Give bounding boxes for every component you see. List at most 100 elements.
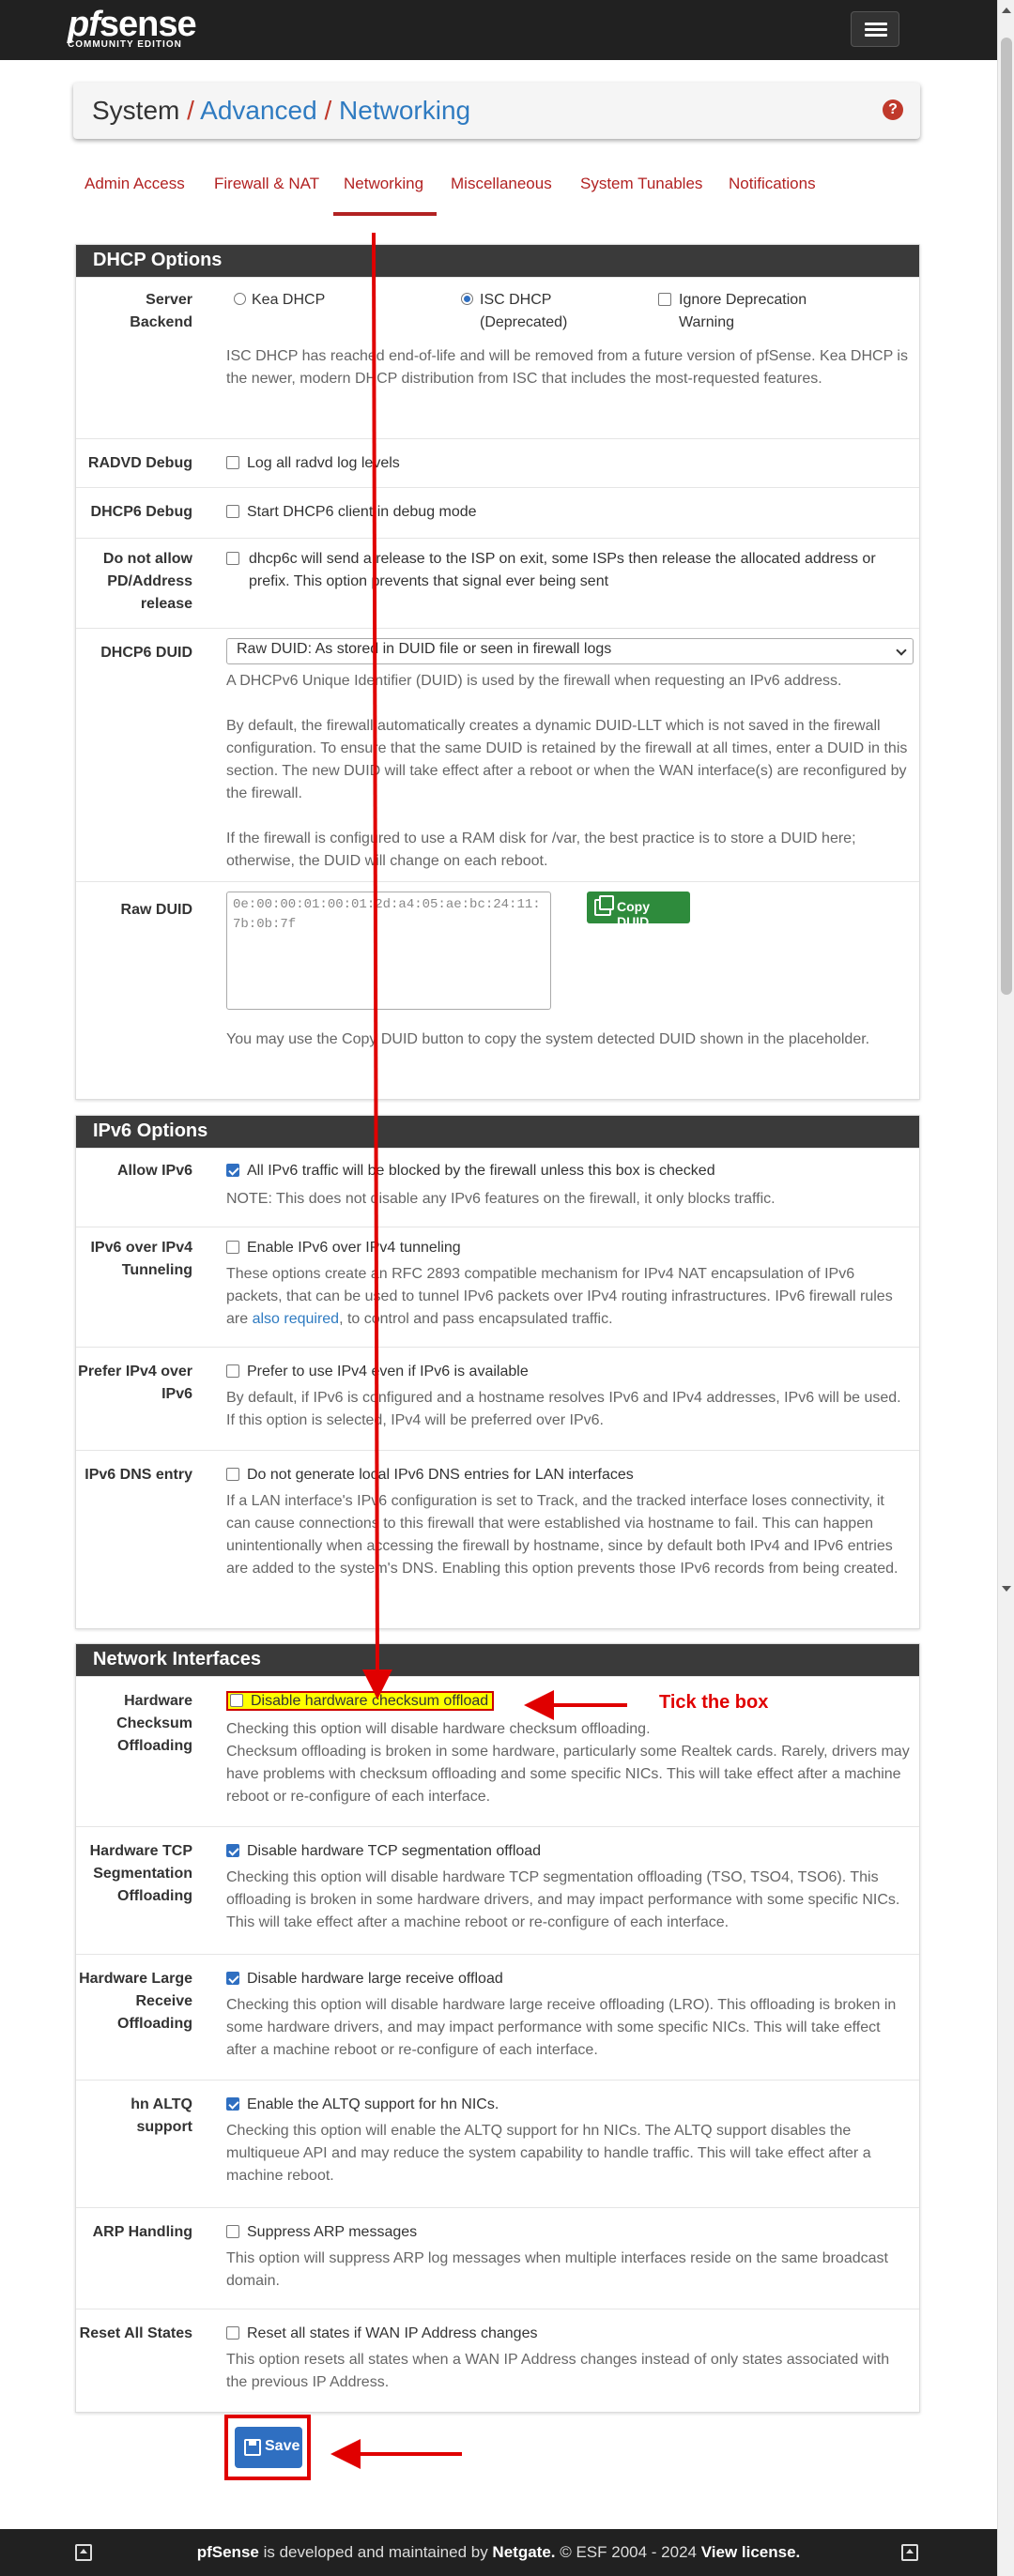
ipv6-tunnel-option[interactable]: Enable IPv6 over IPv4 tunneling <box>226 1237 910 1259</box>
raw-duid-textarea[interactable]: 0e:00:00:01:00:01:2d:a4:05:ae:bc:24:11:7… <box>226 892 551 1010</box>
reset-states-checkbox[interactable] <box>226 2326 239 2340</box>
tab-miscellaneous[interactable]: Miscellaneous <box>451 175 552 193</box>
allow-ipv6-checkbox[interactable] <box>226 1164 239 1177</box>
tab-networking[interactable]: Networking <box>344 175 423 193</box>
checkbox-label: Disable hardware large receive offload <box>247 1971 503 1987</box>
chevron-down-icon <box>896 645 907 656</box>
save-button[interactable]: Save <box>235 2427 302 2468</box>
kea-dhcp-option[interactable]: Kea DHCP <box>234 289 393 312</box>
ipv6-dns-row: IPv6 DNS entry Do not generate local IPv… <box>76 1450 919 1628</box>
prefer-ipv4-help: By default, if IPv6 is configured and a … <box>226 1390 901 1428</box>
also-required-link[interactable]: also required <box>253 1311 340 1327</box>
allow-ipv6-option[interactable]: All IPv6 traffic will be blocked by the … <box>226 1160 910 1182</box>
reset-states-help: This option resets all states when a WAN… <box>226 2352 890 2390</box>
netgate-link[interactable]: Netgate. <box>492 2543 555 2561</box>
tab-notifications[interactable]: Notifications <box>729 175 816 193</box>
tab-admin-access[interactable]: Admin Access <box>84 175 185 193</box>
kea-radio[interactable] <box>234 293 246 305</box>
scroll-up-icon[interactable] <box>1002 8 1011 13</box>
checkbox-label: Do not generate local IPv6 DNS entries f… <box>247 1467 634 1483</box>
dhcp6-debug-option[interactable]: Start DHCP6 client in debug mode <box>226 501 910 524</box>
field-label: Hardware Large Receive Offloading <box>79 1971 192 2032</box>
duid-type-select[interactable]: Raw DUID: As stored in DUID file or seen… <box>226 638 914 664</box>
copy-icon <box>594 895 614 916</box>
prefer-ipv4-checkbox[interactable] <box>226 1364 239 1378</box>
tso-offload-checkbox[interactable] <box>226 1844 239 1857</box>
copy-duid-button[interactable]: Copy DUID <box>587 892 690 929</box>
duid-help-3: If the firewall is configured to use a R… <box>226 831 856 869</box>
prefer-ipv4-option[interactable]: Prefer to use IPv4 even if IPv6 is avail… <box>226 1361 910 1383</box>
hn-altq-option[interactable]: Enable the ALTQ support for hn NICs. <box>226 2094 910 2116</box>
scroll-down-icon[interactable] <box>1002 1586 1011 1592</box>
suppress-arp-checkbox[interactable] <box>226 2225 239 2238</box>
server-backend-row: Server Backend Kea DHCP ISC DHCP (Deprec… <box>76 277 919 399</box>
help-icon[interactable]: ? <box>883 99 903 120</box>
footer-copyright: © ESF 2004 - 2024 <box>555 2543 701 2561</box>
field-label: IPv6 DNS entry <box>84 1467 192 1483</box>
ipv6-dns-option[interactable]: Do not generate local IPv6 DNS entries f… <box>226 1464 910 1486</box>
checksum-offload-checkbox[interactable] <box>230 1694 243 1707</box>
no-release-row: Do not allow PD/Address release dhcp6c w… <box>76 538 919 628</box>
reset-states-option[interactable]: Reset all states if WAN IP Address chang… <box>226 2323 910 2345</box>
field-label: IPv6 over IPv4 Tunneling <box>90 1240 192 1278</box>
kea-label: Kea DHCP <box>252 292 326 308</box>
field-label: Server Backend <box>130 292 192 330</box>
reset-states-row: Reset All States Reset all states if WAN… <box>76 2309 919 2412</box>
dhcp6-debug-checkbox[interactable] <box>226 505 239 518</box>
checksum-help-2: Checksum offloading is broken in some ha… <box>226 1744 910 1805</box>
isc-radio[interactable] <box>461 293 473 305</box>
ignore-deprecation-option[interactable]: Ignore Deprecation Warning <box>658 289 846 334</box>
field-label: DHCP6 Debug <box>90 504 192 520</box>
pfsense-logo[interactable]: pfsense COMMUNITY EDITION <box>68 5 197 50</box>
checksum-offload-option[interactable]: Disable hardware checksum offload <box>226 1690 910 1713</box>
tab-firewall-nat[interactable]: Firewall & NAT <box>214 175 319 193</box>
backend-options: Kea DHCP ISC DHCP (Deprecated) Ignore De… <box>226 289 910 336</box>
ipv6-tunnel-checkbox[interactable] <box>226 1241 239 1254</box>
select-value: Raw DUID: As stored in DUID file or seen… <box>237 641 612 657</box>
field-label: Reset All States <box>79 2325 192 2341</box>
prefer-ipv4-row: Prefer IPv4 over IPv6 Prefer to use IPv4… <box>76 1347 919 1450</box>
menu-toggle-button[interactable] <box>851 11 899 47</box>
no-release-option[interactable]: dhcp6c will send a release to the ISP on… <box>226 548 910 593</box>
scroll-top-icon[interactable] <box>75 2544 92 2561</box>
breadcrumb: System / Advanced / Networking ? <box>73 83 920 139</box>
tso-help: Checking this option will disable hardwa… <box>226 1869 900 1930</box>
breadcrumb-advanced-link[interactable]: Advanced <box>200 96 317 125</box>
hn-altq-help: Checking this option will enable the ALT… <box>226 2123 871 2184</box>
panel-title: Network Interfaces <box>76 1644 919 1676</box>
no-release-checkbox[interactable] <box>226 552 239 565</box>
view-license-link[interactable]: View license. <box>701 2543 801 2561</box>
isc-dhcp-option[interactable]: ISC DHCP (Deprecated) <box>461 289 611 334</box>
ipv6-dns-checkbox[interactable] <box>226 1468 239 1481</box>
ignore-deprecation-label: Ignore Deprecation Warning <box>679 292 807 330</box>
radvd-debug-checkbox[interactable] <box>226 456 239 469</box>
lro-offload-checkbox[interactable] <box>226 1972 239 1985</box>
radvd-debug-option[interactable]: Log all radvd log levels <box>226 452 910 475</box>
scroll-top-icon[interactable] <box>901 2544 918 2561</box>
logo-edition: COMMUNITY EDITION <box>68 39 182 50</box>
ignore-deprecation-checkbox[interactable] <box>658 293 671 306</box>
page-scrollbar[interactable] <box>997 0 1014 2576</box>
arp-handling-option[interactable]: Suppress ARP messages <box>226 2221 910 2244</box>
logo-suffix: sense <box>99 5 197 44</box>
hn-altq-checkbox[interactable] <box>226 2097 239 2111</box>
checkbox-label: Enable the ALTQ support for hn NICs. <box>247 2096 499 2112</box>
breadcrumb-networking-link[interactable]: Networking <box>339 96 470 125</box>
field-label: ARP Handling <box>92 2224 192 2240</box>
dhcp-options-panel: DHCP Options Server Backend Kea DHCP ISC… <box>75 244 920 1100</box>
field-label: Hardware TCP Segmentation Offloading <box>89 1843 192 1904</box>
checkbox-label: Reset all states if WAN IP Address chang… <box>247 2325 538 2341</box>
scrollbar-thumb[interactable] <box>1001 38 1012 995</box>
tab-system-tunables[interactable]: System Tunables <box>580 175 702 193</box>
ipv6-tunnel-help: These options create an RFC 2893 compati… <box>226 1263 910 1331</box>
top-navbar: pfsense COMMUNITY EDITION <box>0 0 997 60</box>
checkbox-label: Prefer to use IPv4 even if IPv6 is avail… <box>247 1364 529 1379</box>
lro-help: Checking this option will disable hardwa… <box>226 1997 897 2058</box>
lro-offload-option[interactable]: Disable hardware large receive offload <box>226 1968 910 1990</box>
field-label: Do not allow PD/Address release <box>102 551 192 612</box>
page-footer: pfSense is developed and maintained by N… <box>0 2529 997 2576</box>
save-icon <box>244 2439 261 2456</box>
dhcp6-duid-row: DHCP6 DUID Raw DUID: As stored in DUID f… <box>76 628 919 881</box>
tso-offload-option[interactable]: Disable hardware TCP segmentation offloa… <box>226 1840 910 1863</box>
highlighted-checkbox[interactable]: Disable hardware checksum offload <box>226 1691 495 1711</box>
